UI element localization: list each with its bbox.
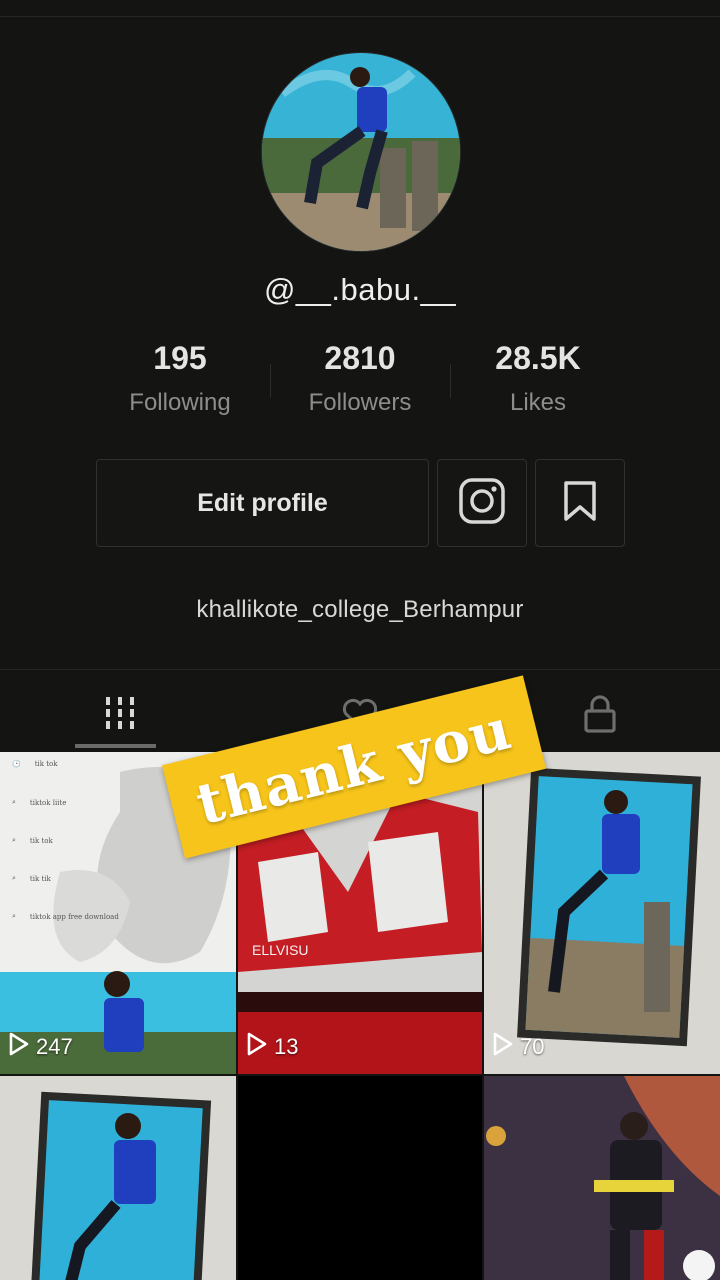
view-count-text: 247 <box>36 1034 73 1059</box>
play-icon <box>246 1032 268 1062</box>
video-thumbnail-6[interactable] <box>484 1076 720 1280</box>
video-thumbnail-3[interactable]: 70 <box>484 752 720 1074</box>
likes-count: 28.5K <box>495 340 581 376</box>
avatar[interactable] <box>261 52 461 252</box>
search-suggestion-row: ⌕ tiktok liite <box>12 798 66 807</box>
search-suggestion-row: ⌕ tiktok app free download <box>12 912 119 921</box>
followers-label: Followers <box>308 389 412 416</box>
likes-label: Likes <box>509 389 567 416</box>
stat-following[interactable]: 195 Following <box>90 340 270 417</box>
edit-profile-button[interactable]: Edit profile <box>96 459 429 547</box>
search-icon: ⌕ <box>12 874 16 882</box>
username: @__.babu.__ <box>263 272 457 307</box>
view-count-text: 13 <box>274 1034 299 1059</box>
view-count: 13 <box>246 1032 298 1062</box>
stats-row: 195 Following 2810 Followers 28.5K Likes <box>90 340 630 430</box>
search-icon: ⌕ <box>12 836 16 844</box>
following-count: 195 <box>153 340 207 376</box>
bookmark-icon <box>563 480 597 527</box>
search-row-text: tiktok app free download <box>29 912 119 921</box>
search-row-text: tik tik <box>29 874 51 883</box>
lock-icon <box>583 694 617 739</box>
search-suggestion-row: ⌕ tik tik <box>12 874 51 883</box>
search-history-row: 🕒 tik tok <box>12 760 58 768</box>
play-icon <box>492 1032 514 1062</box>
tab-videos[interactable] <box>0 686 240 746</box>
search-row-text: tik tok <box>29 836 53 845</box>
tabs-divider <box>0 669 720 670</box>
active-tab-indicator <box>75 744 156 748</box>
followers-count: 2810 <box>324 340 396 376</box>
top-divider <box>0 16 720 17</box>
instagram-icon <box>459 477 505 529</box>
play-icon <box>8 1032 30 1062</box>
search-icon: ⌕ <box>12 912 16 920</box>
thumbnail-caption: ELLVISU <box>252 942 309 958</box>
stat-likes[interactable]: 28.5K Likes <box>448 340 628 417</box>
view-count: 247 <box>8 1032 73 1062</box>
search-row-text: tik tok <box>34 760 58 768</box>
clock-icon: 🕒 <box>12 760 21 768</box>
video-thumbnail-4[interactable] <box>0 1076 236 1280</box>
view-count: 70 <box>492 1032 544 1062</box>
search-row-text: tiktok liite <box>29 798 67 807</box>
search-suggestion-row: ⌕ tik tok <box>12 836 53 845</box>
video-thumbnail-5[interactable] <box>238 1076 482 1280</box>
favorites-button[interactable] <box>535 459 625 547</box>
search-icon: ⌕ <box>12 798 16 806</box>
bio-text: khallikote_college_Berhampur <box>196 596 524 623</box>
view-count-text: 70 <box>520 1034 545 1059</box>
following-label: Following <box>129 389 231 416</box>
instagram-button[interactable] <box>437 459 527 547</box>
stat-followers[interactable]: 2810 Followers <box>270 340 450 417</box>
grid-icon <box>104 696 136 736</box>
